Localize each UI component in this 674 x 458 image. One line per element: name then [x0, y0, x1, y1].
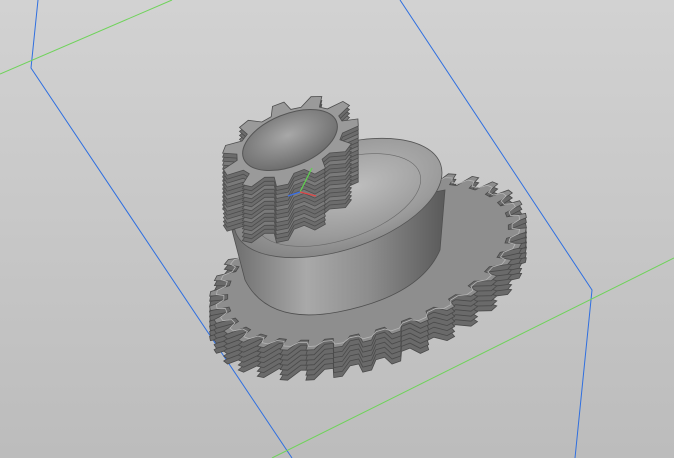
cad-scene[interactable]	[0, 0, 674, 458]
3d-model-viewport[interactable]	[0, 0, 674, 458]
